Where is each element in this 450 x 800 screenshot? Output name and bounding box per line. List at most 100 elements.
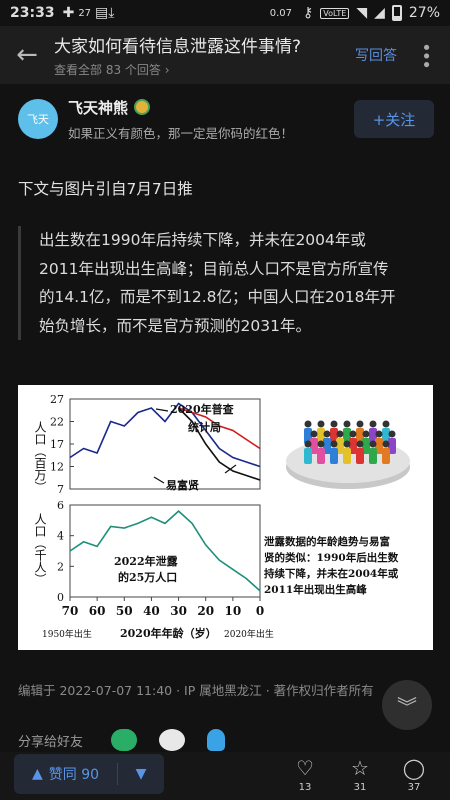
person-head	[330, 440, 338, 448]
x-tick-label: 30	[170, 604, 187, 618]
top-ylabel: 人口（百万）	[33, 421, 47, 493]
chevron-down-icon[interactable]: ︾	[382, 680, 432, 730]
bottom-ytick-label: 4	[57, 530, 64, 543]
person-head	[317, 420, 325, 428]
x-tick-label: 60	[89, 604, 106, 618]
like-button[interactable]: ♡ 13	[285, 756, 325, 793]
key-icon: ⚷	[303, 5, 314, 21]
net-speed: 0.07	[269, 7, 292, 19]
fav-count: 31	[353, 782, 367, 793]
annotation-yi: 易富贤	[166, 478, 199, 492]
people-illustration	[286, 420, 410, 489]
bottom-ytick-label: 6	[57, 499, 64, 512]
badge-icon[interactable]	[134, 99, 151, 115]
quote-line: 出生数在1990年后持续下降，并未在2004年或	[39, 231, 366, 249]
follow-button[interactable]: +关注	[354, 100, 434, 138]
annotation-arrow	[155, 408, 169, 412]
question-title[interactable]: 大家如何看待信息泄露这件事情?	[54, 32, 355, 57]
signal-icon: ◢	[374, 5, 385, 21]
person-head	[382, 420, 390, 428]
moments-icon[interactable]	[159, 729, 186, 751]
star-icon: ☆	[351, 756, 369, 780]
x-tick-label: 40	[143, 604, 160, 618]
x-tick-label: 20	[197, 604, 214, 618]
view-all-answers-link[interactable]: 查看全部 83 个回答 ›	[54, 61, 355, 78]
download-icon: ⤓	[108, 5, 115, 21]
person-head	[356, 440, 364, 448]
x-tick-label: 50	[116, 604, 133, 618]
note-line: 2011年出现出生高峰	[264, 583, 367, 596]
question-header: ← 大家如何看待信息泄露这件事情? 查看全部 83 个回答 › 写回答 •••	[0, 26, 450, 84]
top-ytick-label: 17	[50, 438, 64, 451]
qq-icon[interactable]	[207, 729, 226, 751]
author-info: 飞天神熊 如果正义有颜色，那一定是你码的红色！	[68, 97, 354, 142]
author-name-row: 飞天神熊	[68, 97, 354, 118]
bottom-action-bar: ▲ 赞同 90 ▼ ♡ 13 ☆ 31 ◯ 37	[0, 752, 450, 800]
person-head	[304, 440, 312, 448]
share-label: 分享给好友	[18, 734, 84, 750]
status-time: 23:33	[10, 5, 55, 21]
person-head	[388, 430, 396, 438]
notif-count: 27	[78, 7, 92, 19]
status-bar: 23:33 ✚ 27 ▤ ⤓ 0.07 ⚷ VoLTE ◥ ◢ 27%	[0, 0, 450, 26]
like-count: 13	[298, 782, 312, 793]
person-head	[330, 420, 338, 428]
person-head	[304, 420, 312, 428]
edit-meta: 编辑于 2022-07-07 11:40 · IP 属地黑龙江 · 著作权归作者…	[18, 683, 374, 698]
battery-text: 27%	[408, 5, 440, 21]
x-tick-label: 10	[225, 604, 242, 618]
annotation-arrow	[153, 476, 165, 484]
person-head	[336, 430, 344, 438]
x-tick-label: 70	[62, 604, 79, 618]
x-right-label: 2020年出生	[224, 628, 274, 640]
person-body	[304, 448, 312, 464]
note-line: 持续下降，并未在2004年或	[264, 567, 399, 580]
person-head	[323, 430, 331, 438]
quote-line: 始负增长，而不是官方预测的2031年。	[39, 316, 311, 335]
favorite-button[interactable]: ☆ 31	[340, 756, 380, 793]
top-ytick-label: 27	[50, 393, 64, 406]
top-ytick-label: 22	[50, 416, 64, 429]
quote-line: 的14.1亿，而是不到12.8亿；中国人口在2018年开	[39, 288, 396, 306]
person-body	[382, 448, 390, 464]
annotation-leak-1: 2022年泄露	[114, 554, 179, 568]
comment-icon: ◯	[402, 756, 426, 780]
top-series-line-2	[178, 407, 261, 481]
upvote-icon: ▲	[31, 766, 43, 782]
battery-icon	[391, 5, 402, 21]
person-body	[356, 448, 364, 464]
bottom-ytick-label: 2	[57, 560, 64, 573]
downvote-button[interactable]: ▼	[118, 766, 164, 782]
write-answer-button[interactable]: 写回答	[355, 45, 397, 65]
volte-badge: VoLTE	[320, 7, 350, 19]
person-head	[317, 440, 325, 448]
answer-figure[interactable]: 27 22 17 12 7 6420 70 60 50 40 30 20 10 0 人口（百万） 人口…	[18, 385, 433, 650]
x-left-label: 1950年出生	[42, 628, 92, 640]
avatar[interactable]: 飞天	[18, 99, 58, 139]
person-head	[343, 420, 351, 428]
more-icon[interactable]: •••	[415, 42, 436, 68]
upvote-button[interactable]: ▲ 赞同 90	[14, 764, 117, 784]
annotation-nbs: 统计局	[188, 420, 221, 434]
note-line: 贤的类似：1990年后出生数	[264, 551, 399, 564]
person-body	[330, 448, 338, 464]
author-row: 飞天 飞天神熊 如果正义有颜色，那一定是你码的红色！ +关注	[18, 96, 434, 142]
answer-intro: 下文与图片引自7月7日推	[18, 180, 193, 198]
comment-count: 37	[407, 782, 421, 793]
top-ytick-label: 12	[50, 461, 64, 474]
vote-group: ▲ 赞同 90 ▼	[14, 754, 164, 794]
note-line: 泄露数据的年龄趋势与易富	[264, 535, 390, 548]
author-name[interactable]: 飞天神熊	[68, 97, 128, 118]
question-info[interactable]: 大家如何看待信息泄露这件事情? 查看全部 83 个回答 ›	[54, 32, 355, 78]
person-body	[317, 448, 325, 464]
x-tick-label: 0	[256, 604, 264, 618]
person-head	[362, 430, 370, 438]
wifi-icon: ◥	[356, 5, 368, 21]
person-head	[369, 440, 377, 448]
clipboard-icon: ▤	[95, 5, 109, 21]
back-arrow-icon[interactable]: ←	[0, 40, 54, 70]
wechat-icon[interactable]	[111, 729, 138, 751]
comment-button[interactable]: ◯ 37	[394, 756, 434, 793]
bottom-ylabel: 人口（千人）	[33, 513, 47, 585]
upvote-label: 赞同 90	[48, 767, 100, 783]
